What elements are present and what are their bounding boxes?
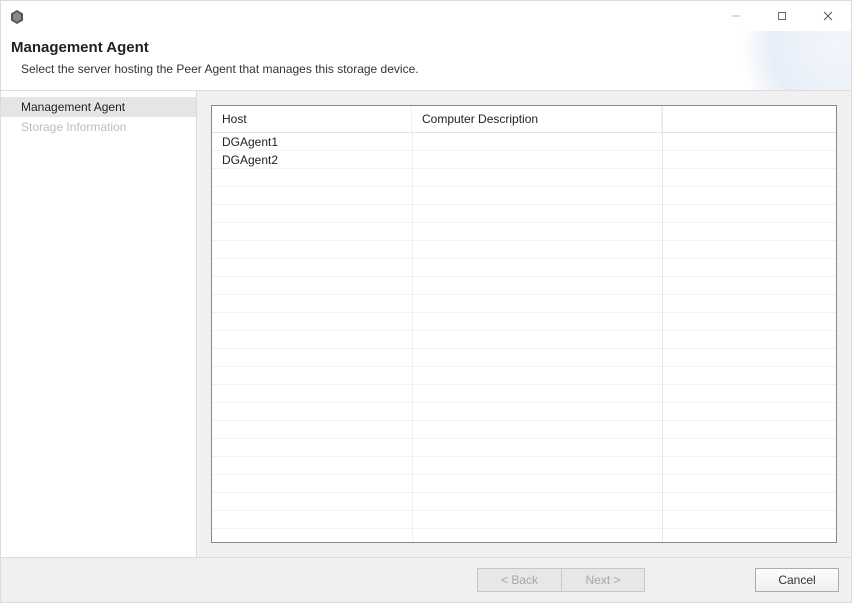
cancel-button[interactable]: Cancel bbox=[755, 568, 839, 592]
table-body: DGAgent1 DGAgent2 bbox=[212, 133, 836, 542]
next-button[interactable]: Next > bbox=[561, 568, 645, 592]
table-row-empty bbox=[212, 187, 836, 205]
column-header-label: Computer Description bbox=[422, 112, 538, 126]
main-panel: Host Computer Description DGAgent1DGAgen… bbox=[197, 91, 851, 557]
table-row-empty bbox=[212, 403, 836, 421]
window-controls bbox=[713, 1, 851, 31]
wizard-window: Management Agent Select the server hosti… bbox=[0, 0, 852, 603]
agents-table: Host Computer Description DGAgent1DGAgen… bbox=[211, 105, 837, 543]
table-row-empty bbox=[212, 421, 836, 439]
table-row[interactable]: DGAgent1 bbox=[212, 133, 836, 151]
wizard-header: Management Agent Select the server hosti… bbox=[1, 31, 851, 90]
table-row-empty bbox=[212, 457, 836, 475]
nav-button-group: < Back Next > bbox=[477, 568, 645, 592]
table-row-empty bbox=[212, 259, 836, 277]
cell-host: DGAgent1 bbox=[212, 135, 412, 149]
cell-host: DGAgent2 bbox=[212, 153, 412, 167]
column-header-host[interactable]: Host bbox=[212, 106, 412, 132]
table-row-empty bbox=[212, 349, 836, 367]
table-row-empty bbox=[212, 493, 836, 511]
table-row-empty bbox=[212, 331, 836, 349]
table-row-empty bbox=[212, 241, 836, 259]
close-button[interactable] bbox=[805, 1, 851, 31]
table-row[interactable]: DGAgent2 bbox=[212, 151, 836, 169]
table-row-empty bbox=[212, 367, 836, 385]
table-row-empty bbox=[212, 169, 836, 187]
page-title: Management Agent bbox=[11, 39, 837, 56]
wizard-footer: < Back Next > Cancel bbox=[1, 557, 851, 602]
sidebar-item-storage-information: Storage Information bbox=[1, 117, 196, 137]
table-row-empty bbox=[212, 439, 836, 457]
column-header-computer-description[interactable]: Computer Description bbox=[412, 106, 662, 132]
table-row-empty bbox=[212, 511, 836, 529]
sidebar-item-label: Management Agent bbox=[21, 100, 125, 114]
page-subtitle: Select the server hosting the Peer Agent… bbox=[21, 62, 837, 76]
hexagon-icon bbox=[9, 9, 25, 25]
column-header-label: Host bbox=[222, 112, 247, 126]
sidebar-item-management-agent[interactable]: Management Agent bbox=[1, 97, 196, 117]
minimize-button[interactable] bbox=[713, 1, 759, 31]
table-header: Host Computer Description bbox=[212, 106, 836, 133]
back-button[interactable]: < Back bbox=[477, 568, 561, 592]
sidebar-item-label: Storage Information bbox=[21, 120, 126, 134]
table-row-empty bbox=[212, 205, 836, 223]
table-row-empty bbox=[212, 313, 836, 331]
titlebar bbox=[1, 1, 851, 31]
column-header-spacer bbox=[662, 106, 836, 132]
wizard-steps-sidebar: Management Agent Storage Information bbox=[1, 91, 197, 557]
table-row-empty bbox=[212, 223, 836, 241]
table-row-empty bbox=[212, 295, 836, 313]
maximize-button[interactable] bbox=[759, 1, 805, 31]
table-row-empty bbox=[212, 385, 836, 403]
table-row-empty bbox=[212, 475, 836, 493]
wizard-body: Management Agent Storage Information Hos… bbox=[1, 91, 851, 557]
table-row-empty bbox=[212, 277, 836, 295]
